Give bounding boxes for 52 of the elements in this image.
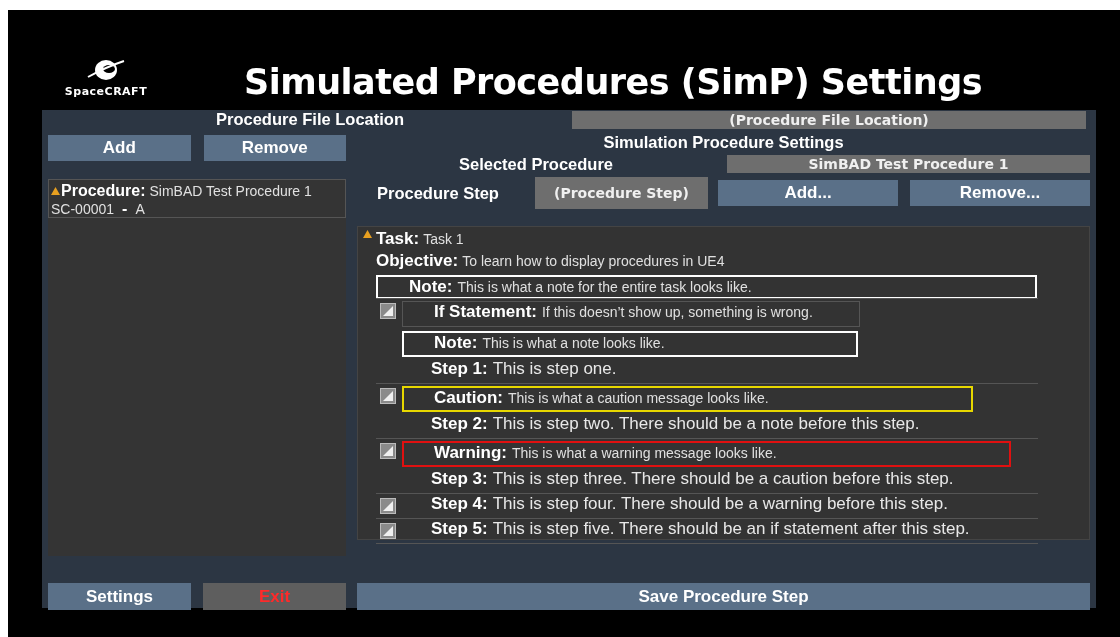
step-text: This is step four. There should be a warning before this step.: [492, 494, 948, 514]
step-text: This is step one.: [492, 359, 617, 379]
message-label: If Statement:: [434, 302, 537, 322]
message-text: This is what a note looks like.: [482, 335, 665, 351]
warning-triangle-icon: [363, 230, 372, 238]
message-text: This is what a warning message looks like.: [512, 445, 777, 461]
selected-procedure-field[interactable]: SimBAD Test Procedure 1: [727, 155, 1090, 173]
message-label: Note:: [434, 333, 478, 353]
page-title: Simulated Procedures (SimP) Settings: [242, 62, 984, 104]
procedure-revision: A: [135, 201, 145, 217]
step-text: This is step five. There should be an if statement after this step.: [492, 519, 970, 539]
section-title: Simulation Procedure Settings: [602, 132, 845, 153]
step-label: Step 2:: [431, 414, 488, 434]
note-text: This is what a note for the entire task looks like.: [457, 279, 752, 295]
logo-text: SpaceCRAFT: [64, 85, 148, 98]
step-label: Step 1:: [431, 359, 488, 379]
procedure-name: SimBAD Test Procedure 1: [149, 183, 312, 199]
step-button[interactable]: Remove...: [910, 180, 1090, 206]
footer-button[interactable]: Save Procedure Step: [357, 583, 1090, 610]
expand-toggle-icon[interactable]: [380, 388, 396, 404]
procedure-id: SC-00001: [51, 201, 115, 217]
message-label: Warning:: [434, 443, 508, 463]
file-location-field[interactable]: (Procedure File Location): [572, 110, 1086, 129]
step-label: Step 3:: [431, 469, 488, 489]
step-label: Step 5:: [431, 519, 488, 539]
list-button[interactable]: Remove: [203, 135, 346, 161]
procedure-label: Procedure:: [61, 182, 146, 200]
footer-button[interactable]: Settings: [48, 583, 191, 610]
warning-triangle-icon: [51, 187, 60, 195]
task-name: Task 1: [423, 231, 464, 247]
message-text: If this doesn’t show up, something is wrong.: [541, 304, 813, 320]
expand-toggle-icon[interactable]: [380, 443, 396, 459]
step-text: This is step two. There should be a note before this step.: [492, 414, 920, 434]
selected-procedure-label: Selected Procedure: [457, 154, 615, 174]
expand-toggle-icon[interactable]: [380, 498, 396, 514]
step-label: Step 4:: [431, 494, 488, 514]
list-button[interactable]: Add: [48, 135, 191, 161]
objective-text: To learn how to display procedures in UE4: [462, 253, 725, 269]
note-label: Note:: [409, 277, 453, 297]
expand-toggle-icon[interactable]: [380, 303, 396, 319]
procedure-step-field[interactable]: (Procedure Step): [535, 177, 708, 209]
task-label: Task:: [376, 229, 420, 249]
file-location-label: Procedure File Location: [215, 110, 405, 129]
message-label: Caution:: [434, 388, 503, 408]
objective-label: Objective:: [376, 251, 459, 271]
expand-toggle-icon[interactable]: [380, 523, 396, 539]
procedure-item[interactable]: Procedure: SimBAD Test Procedure 1 SC-00001 - A: [48, 179, 346, 218]
message-text: This is what a caution message looks like.: [507, 390, 769, 406]
separator: -: [122, 200, 128, 218]
step-text: This is step three. There should be a caution before this step.: [492, 469, 954, 489]
step-button[interactable]: Add...: [718, 180, 898, 206]
procedure-step-label: Procedure Step: [376, 183, 500, 203]
